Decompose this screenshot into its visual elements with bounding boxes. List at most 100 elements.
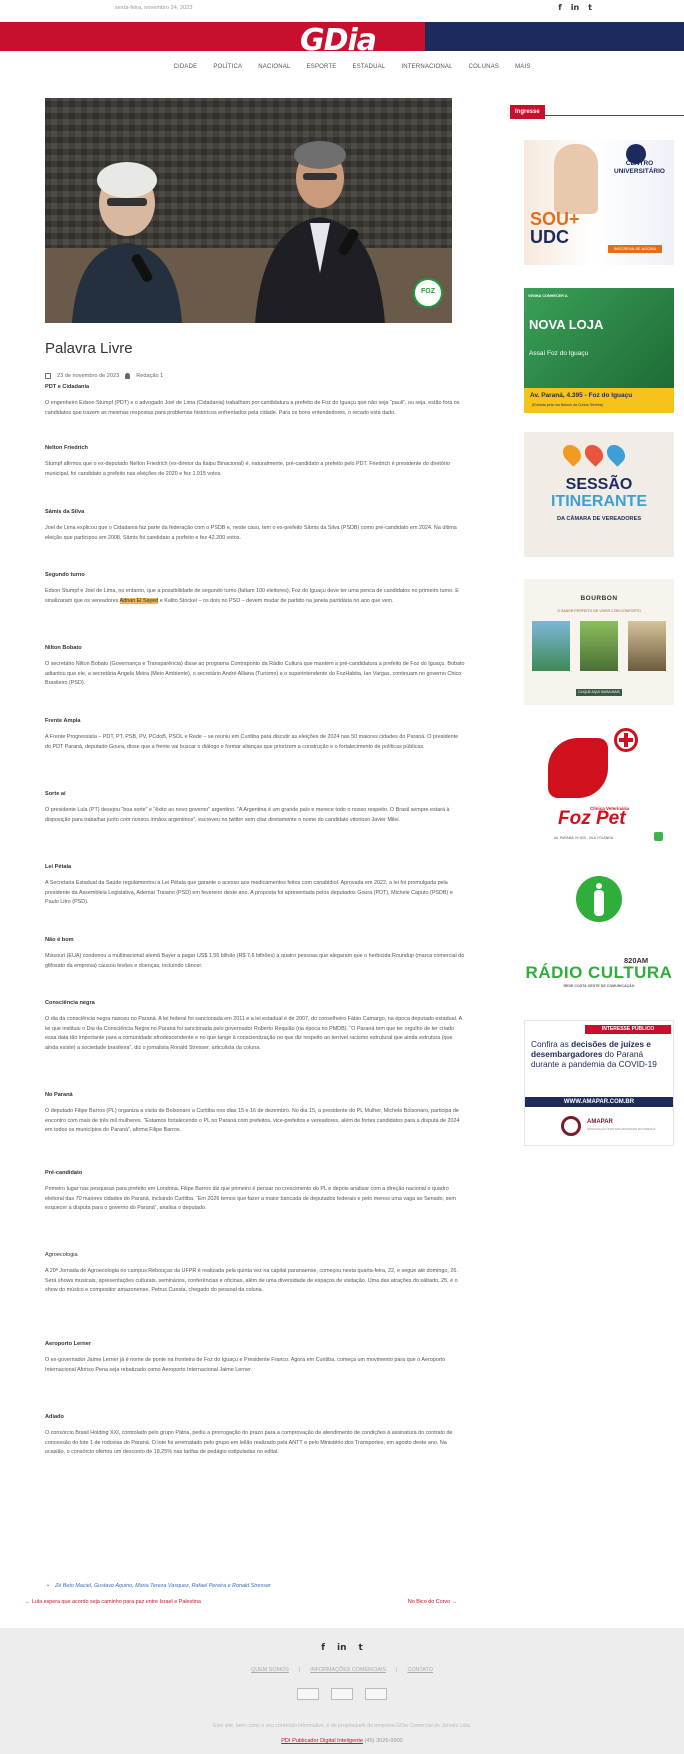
ad-radio-cultura[interactable]: 820AM RÁDIO CULTURA REDE COSTA OESTE DE …: [524, 872, 674, 998]
ad-radio-network: REDE COSTA OESTE DE COMUNICAÇÃO: [563, 984, 635, 988]
section-heading: Nilton Bobato: [45, 645, 82, 651]
ad-foz-pet-address: AV. PARANÁ, Nº 833 - VILA YOLANDA: [554, 836, 613, 840]
highlighted-name: Adnan El Sayed: [119, 597, 159, 604]
ad-amapar-brand-sub: ASSOCIAÇÃO DOS MAGISTRADOS DO PARANÁ: [587, 1127, 656, 1131]
user-icon: [125, 373, 131, 379]
nav-colunas[interactable]: COLUNAS: [469, 64, 499, 78]
ad-bourbon-photo: [532, 621, 570, 671]
nav-internacional[interactable]: INTERNACIONAL: [401, 64, 452, 78]
site-footer: f in t QUEM SOMOS | INFORMAÇÕES COMERCIA…: [0, 1628, 684, 1754]
ad-udc-cta[interactable]: INSCREVA-SE AGORA: [608, 245, 662, 253]
ad-udc-sou: SOU+: [530, 209, 580, 229]
foz-badge: FOZ: [413, 278, 443, 308]
ad-assai[interactable]: VENHA CONHECER A NOVA LOJA Assaí Foz do …: [524, 288, 674, 413]
footer-links: QUEM SOMOS | INFORMAÇÕES COMERCIAIS | CO…: [0, 1667, 684, 1673]
footer-link-contato[interactable]: CONTATO: [407, 1667, 432, 1673]
facebook-icon[interactable]: f: [558, 3, 561, 12]
map-pin-icon: [559, 441, 585, 467]
section-paragraph: O secretário Nilton Bobato (Governança e…: [45, 661, 465, 686]
broken-image-icon[interactable]: [331, 1688, 353, 1700]
nav-politica[interactable]: POLÍTICA: [213, 64, 242, 78]
footer-publisher: PDI Publicador Digital Inteligente (45) …: [0, 1738, 684, 1744]
ad-bourbon[interactable]: BOURBON O SABOR PERFEITO DE VIVER COM CO…: [524, 579, 674, 705]
section-heading: Sorte aí: [45, 791, 66, 797]
ad-amapar-url[interactable]: WWW.AMAPAR.COM.BR: [525, 1097, 673, 1107]
ad-amapar[interactable]: INTERESSE PÚBLICO Confira as decisões de…: [524, 1020, 674, 1146]
section-paragraph: O presidente Lula (PT) desejou “boa sort…: [45, 807, 450, 823]
ad-sessao-title: SESSÃO: [565, 476, 633, 493]
ad-bourbon-tagline: O SABOR PERFEITO DE VIVER COM CONFORTO: [557, 609, 641, 613]
footer-separator: |: [396, 1667, 398, 1673]
nav-cidade[interactable]: CIDADE: [173, 64, 197, 78]
ad-sessao-camara: DA CÂMARA DE VEREADORES: [556, 516, 642, 522]
person-left: [72, 162, 182, 323]
section-heading: Não é bom: [45, 937, 74, 943]
ad-bourbon-cta[interactable]: CLIQUE AQUI SAIBA MAIS: [576, 689, 622, 696]
youtube-icon[interactable]: in: [571, 3, 579, 12]
article-tags[interactable]: Zé Beto Maciel, Gustavo Aquino, Maria Te…: [45, 1583, 465, 1589]
twitter-icon[interactable]: t: [588, 3, 592, 12]
post-navigation: ← Lula espera que acordo seja caminho pa…: [25, 1599, 457, 1609]
ad-bourbon-photo: [580, 621, 618, 671]
top-social-links: f in t: [558, 3, 592, 12]
twitter-icon[interactable]: t: [359, 1643, 363, 1653]
ad-assai-tag: VENHA CONHECER A: [528, 294, 568, 298]
section-heading: Aeroporto Lerner: [45, 1341, 91, 1347]
ad-sessao-subtitle: ITINERANTE: [551, 493, 647, 510]
segment-text: e Kalito Stockel – os dois no PSD – deve…: [158, 597, 394, 604]
broken-image-icon[interactable]: [297, 1688, 319, 1700]
footer-link-comerciais[interactable]: INFORMAÇÕES COMERCIAIS: [310, 1667, 386, 1673]
footer-social-links: f in t: [0, 1643, 684, 1653]
ad-assai-address-note: (Entrada pela rua Nelson da Cunha Teixei…: [532, 403, 604, 407]
ad-bourbon-brand: BOURBON: [580, 595, 618, 602]
sidebar-heading: Ingresse: [510, 100, 684, 119]
previous-post-link[interactable]: ← Lula espera que acordo seja caminho pa…: [25, 1599, 201, 1605]
ad-udc-cu: CENTRO UNIVERSITÁRIO: [614, 160, 665, 175]
radio-signal-icon: [576, 876, 622, 922]
section-heading: Adiado: [45, 1414, 64, 1420]
section-paragraph: A Frente Progressista – PDT, PT, PSB, PV…: [45, 734, 459, 750]
nav-mais[interactable]: MAIS: [515, 64, 530, 78]
section-paragraph: A Secretaria Estadual da Saúde regulamen…: [45, 880, 453, 905]
section-paragraph: Edson Stumpf e Joel de Lima, no entanto,…: [45, 587, 465, 606]
article-date: 23 de novembro de 2023: [57, 373, 120, 379]
calendar-icon: [45, 373, 51, 379]
pet-silhouette-icon: [548, 738, 608, 798]
next-post-link[interactable]: No Bico do Corvo →: [408, 1599, 457, 1605]
broken-image-icon[interactable]: [365, 1688, 387, 1700]
ad-udc[interactable]: CENTRO UNIVERSITÁRIO SOU+ UDC INSCREVA-S…: [524, 140, 674, 265]
logo-g: G: [300, 23, 325, 58]
footer-partner-images: [0, 1688, 684, 1700]
ad-foz-pet[interactable]: Clínica Veterinária Foz Pet AV. PARANÁ, …: [524, 724, 674, 850]
publisher-phone: (45) 3026-9900: [362, 1738, 403, 1744]
ad-udc-udc: UDC: [530, 227, 569, 247]
site-logo[interactable]: G Dia: [300, 22, 377, 58]
nav-esporte[interactable]: ESPORTE: [307, 64, 337, 78]
nav-estadual[interactable]: ESTADUAL: [353, 64, 386, 78]
footer-copyright: Este site, bem como o seu conteúdo infor…: [212, 1723, 472, 1729]
footer-link-quem-somos[interactable]: QUEM SOMOS: [251, 1667, 289, 1673]
ad-amapar-text-a: Confira as: [531, 1039, 572, 1049]
top-bar: sexta-feira, novembro 24, 2023 f in t: [0, 0, 684, 22]
ad-assai-nova: NOVA LOJA: [529, 317, 604, 332]
nav-nacional[interactable]: NACIONAL: [258, 64, 290, 78]
ad-foz-pet-name: Foz Pet: [558, 808, 626, 829]
ad-sessao-itinerante[interactable]: SESSÃO ITINERANTE DA CÂMARA DE VEREADORE…: [524, 432, 674, 557]
ad-assai-address-bar: Av. Paraná, 4.395 - Foz do Iguaçu (Entra…: [524, 388, 674, 413]
youtube-icon[interactable]: in: [337, 1643, 347, 1653]
publisher-link[interactable]: PDI Publicador Digital Inteligente: [281, 1738, 363, 1744]
ad-amapar-text: Confira as decisões de juízes e desembar…: [531, 1039, 671, 1069]
section-heading: Sâmis da Silva: [45, 509, 85, 515]
article-author[interactable]: Redação 1: [136, 373, 163, 379]
current-date: sexta-feira, novembro 24, 2023: [115, 5, 193, 11]
section-heading: Segundo turno: [45, 572, 85, 578]
ad-assai-address: Av. Paraná, 4.395 - Foz do Iguaçu: [530, 392, 633, 399]
section-paragraph: O consórcio Brasil Holding XXI, controla…: [45, 1430, 453, 1455]
ad-assai-sub: Assaí Foz do Iguaçu: [529, 350, 589, 357]
logo-dia: Dia: [323, 23, 377, 58]
section-paragraph: O engenheiro Edson Stumpf (PDT) e o advo…: [45, 400, 460, 416]
facebook-icon[interactable]: f: [321, 1643, 325, 1653]
ad-amapar-brand: AMAPAR: [587, 1119, 613, 1125]
article-title: Palavra Livre: [45, 340, 133, 357]
section-paragraph: O deputado Filipe Barros (PL) organiza a…: [45, 1108, 460, 1133]
